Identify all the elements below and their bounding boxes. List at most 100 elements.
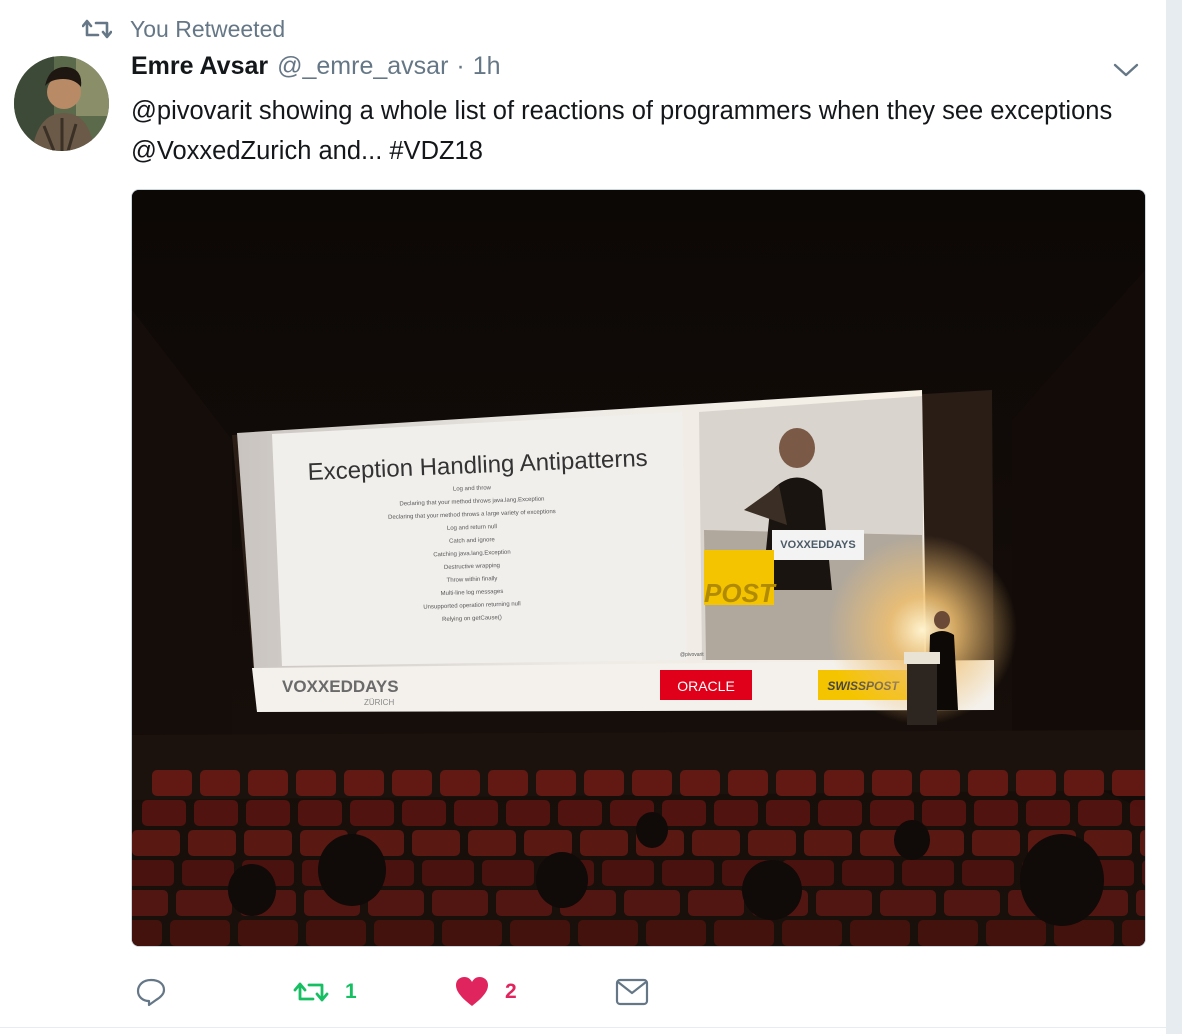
theater-seat (602, 860, 654, 886)
theater-seat (558, 800, 602, 826)
theater-seat (662, 800, 706, 826)
theater-seat (918, 920, 978, 946)
theater-seat (902, 860, 954, 886)
tweet-text-part: and... (311, 137, 390, 165)
theater-seat (296, 770, 336, 796)
theater-seat (872, 770, 912, 796)
envelope-icon (615, 978, 649, 1006)
theater-seat (194, 800, 238, 826)
theater-seat (432, 890, 488, 916)
like-count: 2 (505, 980, 517, 1003)
theater-seat (350, 800, 394, 826)
theater-seat (132, 860, 174, 886)
theater-seat (142, 800, 186, 826)
theater-seat (454, 800, 498, 826)
theater-seat (1136, 890, 1145, 916)
direct-message-button[interactable] (615, 972, 649, 1012)
retweet-context-label: You Retweeted (130, 15, 286, 42)
retweet-icon (293, 982, 329, 1002)
avatar[interactable] (14, 56, 109, 151)
theater-seat (488, 770, 528, 796)
theater-seat (132, 830, 180, 856)
theater-seat (782, 920, 842, 946)
theater-seat (468, 830, 516, 856)
theater-seat (152, 770, 192, 796)
oracle-logo-text: ORACLE (677, 678, 735, 694)
theater-seat (646, 920, 706, 946)
theater-seat (662, 860, 714, 886)
theater-seat (714, 800, 758, 826)
tweet-divider (0, 1027, 1166, 1028)
theater-seat (766, 800, 810, 826)
voxxed-logo-text: VOXXEDDAYS (282, 677, 399, 696)
theater-seat (1112, 770, 1145, 796)
theater-seat (246, 800, 290, 826)
theater-seat (506, 800, 550, 826)
theater-seat (1016, 770, 1056, 796)
voxxed-lectern-label: VOXXEDDAYS (780, 539, 855, 551)
theater-seat (880, 890, 936, 916)
theater-seat (298, 800, 342, 826)
theater-seat (624, 890, 680, 916)
tweet-timestamp[interactable]: 1h (473, 52, 501, 81)
theater-seat (1078, 800, 1122, 826)
tweet-text: @pivovarit showing a whole list of react… (131, 91, 1141, 171)
theater-seat (1130, 800, 1145, 826)
theater-seat (132, 920, 162, 946)
tweet-photo[interactable]: VOXXEDDAYS POST @pivovarit Exception Han… (131, 189, 1146, 947)
theater-seat (440, 770, 480, 796)
theater-seat (442, 920, 502, 946)
theater-seat (306, 920, 366, 946)
theater-seat (842, 860, 894, 886)
theater-seat (580, 830, 628, 856)
theater-seat (1142, 860, 1145, 886)
theater-seat (374, 920, 434, 946)
mention-link[interactable]: @VoxxedZurich (131, 137, 311, 165)
theater-seat (972, 830, 1020, 856)
theater-seat (850, 920, 910, 946)
reply-button[interactable] (135, 972, 167, 1012)
theater-seat (986, 920, 1046, 946)
theater-seat (170, 920, 230, 946)
mention-link[interactable]: @pivovarit (131, 97, 252, 125)
theater-seat (482, 860, 534, 886)
chevron-down-icon[interactable] (1112, 60, 1140, 80)
theater-seat (524, 830, 572, 856)
retweet-button[interactable]: 1 (293, 972, 357, 1012)
theater-seat (816, 890, 872, 916)
theater-seat (422, 860, 474, 886)
heart-icon (456, 977, 488, 1006)
theater-seat (824, 770, 864, 796)
theater-seat (688, 890, 744, 916)
theater-seat (578, 920, 638, 946)
theater-seat (680, 770, 720, 796)
theater-seat (692, 830, 740, 856)
slide-footer-handle: @pivovarit (680, 652, 704, 658)
voxxed-logo-subtext: ZÜRICH (364, 698, 394, 707)
theater-seat (920, 770, 960, 796)
theater-seat (248, 770, 288, 796)
theater-seat (1064, 770, 1104, 796)
theater-seat (804, 830, 852, 856)
theater-seat (968, 770, 1008, 796)
theater-seat (244, 830, 292, 856)
retweet-icon (82, 19, 112, 39)
tweet-text-part: showing a whole list of reactions of pro… (251, 97, 1113, 125)
theater-seat (1140, 830, 1145, 856)
like-button[interactable]: 2 (455, 972, 517, 1012)
retweet-count: 1 (345, 980, 357, 1003)
theater-seat (974, 800, 1018, 826)
theater-seat (188, 830, 236, 856)
theater-seat (944, 890, 1000, 916)
theater-seat (632, 770, 672, 796)
author-name[interactable]: Emre Avsar (131, 52, 268, 81)
theater-seat (728, 770, 768, 796)
theater-seat (776, 770, 816, 796)
separator-dot: · (456, 52, 465, 80)
hashtag-link[interactable]: #VDZ18 (389, 137, 483, 165)
theater-seat (510, 920, 570, 946)
retweet-context: You Retweeted (82, 14, 285, 44)
author-handle[interactable]: @_emre_avsar (277, 52, 448, 81)
theater-seat (748, 830, 796, 856)
theater-seat (402, 800, 446, 826)
